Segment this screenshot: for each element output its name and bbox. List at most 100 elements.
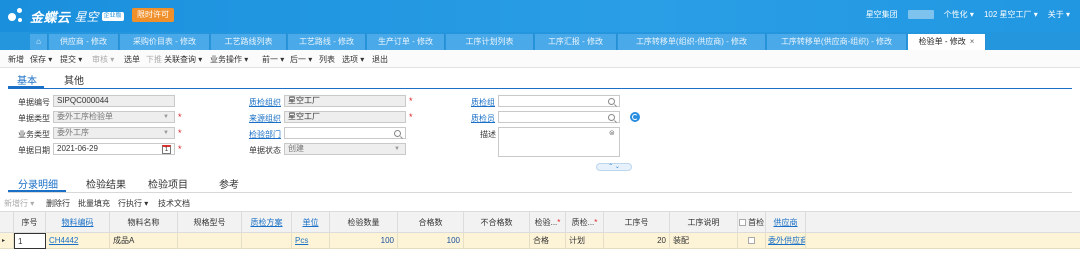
collapse-toggle[interactable]: ⌃ ⌄ (596, 163, 632, 171)
cell-first-inspect[interactable] (738, 233, 766, 249)
add-row-button[interactable]: 新增行 ▾ (4, 198, 34, 209)
cell-inspect-qty[interactable]: 100 (330, 233, 398, 249)
chevron-down-icon[interactable]: ▼ (163, 130, 169, 136)
qc-person-label[interactable]: 质检员 (471, 113, 495, 124)
tab-transfer-org-supplier[interactable]: 工序转移单(组织-供应商) - 修改 (618, 34, 766, 50)
tab-supplier[interactable]: 供应商 - 修改 (49, 34, 119, 50)
cell-scheme[interactable] (242, 233, 292, 249)
chevron-down-icon[interactable]: ▼ (163, 114, 169, 120)
select-bill-button[interactable]: 选单 (124, 54, 140, 65)
calendar-icon[interactable]: 1 (162, 145, 171, 154)
table-row[interactable]: ▸ 1 CH4442 成品A Pcs 100 100 合格 计划 20 装配 委… (0, 233, 1080, 249)
col-first-inspect[interactable]: 首检 (738, 212, 766, 234)
cell-material-code[interactable]: CH4442 (46, 233, 110, 249)
prev-button[interactable]: 前一 ▾ (262, 54, 284, 65)
submit-button[interactable]: 提交 ▾ (60, 54, 82, 65)
source-org-label[interactable]: 来源组织 (249, 113, 281, 124)
business-ops-menu[interactable]: 业务操作 ▾ (210, 54, 248, 65)
tab-operation-report[interactable]: 工序汇报 - 修改 (535, 34, 617, 50)
delete-row-button[interactable]: 删除行 (46, 198, 70, 209)
col-unqualified-qty[interactable]: 不合格数 (464, 212, 530, 234)
tab-route-edit[interactable]: 工艺路线 - 修改 (288, 34, 366, 50)
inspect-org-label[interactable]: 质检组织 (249, 97, 281, 108)
tab-basic[interactable]: 基本 (17, 72, 37, 87)
home-tab[interactable]: ⌂ (30, 34, 48, 50)
cell-qc-method[interactable]: 计划 (566, 233, 604, 249)
tab-route-list[interactable]: 工艺路线列表 (211, 34, 287, 50)
batch-fill-button[interactable]: 批量填充 (78, 198, 110, 209)
col-qualified-qty[interactable]: 合格数 (398, 212, 464, 234)
qc-person-field[interactable] (498, 111, 620, 123)
biz-type-select[interactable]: 委外工序 (53, 127, 175, 139)
search-icon[interactable] (394, 130, 401, 137)
col-supplier[interactable]: 供应商 (766, 212, 806, 234)
col-spec[interactable]: 规格型号 (178, 212, 242, 234)
list-button[interactable]: 列表 (319, 54, 335, 65)
qc-group-label[interactable]: 质检组 (471, 97, 495, 108)
first-inspect-checkbox[interactable] (748, 237, 755, 245)
tab-other[interactable]: 其他 (64, 72, 84, 87)
options-menu[interactable]: 选项 ▾ (342, 54, 364, 65)
cell-qualified-qty[interactable]: 100 (398, 233, 464, 249)
select-all-checkbox[interactable] (738, 219, 746, 227)
inspect-dept-label[interactable]: 检验部门 (249, 129, 281, 140)
org-menu[interactable]: 102 星空工厂 ▾ (984, 9, 1038, 20)
exit-button[interactable]: 退出 (372, 54, 388, 65)
col-inspect-result[interactable]: 检验...* (530, 212, 566, 234)
license-button[interactable]: 限时许可 (132, 8, 174, 22)
search-icon[interactable] (608, 98, 615, 105)
group-name[interactable]: 星空集团 (866, 9, 898, 20)
tab-production-order[interactable]: 生产订单 - 修改 (367, 34, 445, 50)
bill-no-field[interactable]: SIPQC000044 (53, 95, 175, 107)
cell-material-name[interactable]: 成品A (110, 233, 178, 249)
col-material-name[interactable]: 物料名称 (110, 212, 178, 234)
inspect-dept-field[interactable] (284, 127, 406, 139)
tab-transfer-supplier-org[interactable]: 工序转移单(供应商-组织) - 修改 (767, 34, 907, 50)
cell-seq[interactable]: 1 (14, 233, 46, 249)
cell-unqualified-qty[interactable] (464, 233, 530, 249)
search-icon[interactable] (608, 114, 615, 121)
related-query-menu[interactable]: 关联查询 ▾ (164, 54, 202, 65)
bill-status-select[interactable]: 创建 (284, 143, 406, 155)
tab-operation-plan-list[interactable]: 工序计划列表 (446, 34, 534, 50)
tab-reference[interactable]: 参考 (219, 176, 239, 191)
save-button[interactable]: 保存 ▾ (30, 54, 52, 65)
tab-inspection-bill[interactable]: 检验单 - 修改 × (908, 34, 986, 50)
source-org-field[interactable]: 星空工厂 (284, 111, 406, 123)
about-menu[interactable]: 关于 ▾ (1048, 9, 1070, 20)
cell-unit[interactable]: Pcs (292, 233, 330, 249)
cell-op-desc[interactable]: 装配 (670, 233, 738, 249)
personalize-menu[interactable]: 个性化 ▾ (944, 9, 974, 20)
col-scheme[interactable]: 质检方案 (242, 212, 292, 234)
bill-date-field[interactable]: 2021-06-29 (53, 143, 175, 155)
col-qc-method[interactable]: 质检...* (566, 212, 604, 234)
refresh-icon[interactable] (630, 112, 640, 122)
tab-inspect-result[interactable]: 检验结果 (86, 176, 126, 191)
multilang-icon[interactable]: ⊜ (609, 129, 615, 137)
new-button[interactable]: 新增 (8, 54, 24, 65)
cell-op-no[interactable]: 20 (604, 233, 670, 249)
bill-type-select[interactable]: 委外工序检验单 (53, 111, 175, 123)
tech-doc-button[interactable]: 技术文档 (158, 198, 190, 209)
col-material-code[interactable]: 物料编码 (46, 212, 110, 234)
qc-group-field[interactable] (498, 95, 620, 107)
col-op-no[interactable]: 工序号 (604, 212, 670, 234)
col-seq[interactable]: 序号 (14, 212, 46, 234)
row-exec-menu[interactable]: 行执行 ▾ (118, 198, 148, 209)
audit-button[interactable]: 审核 ▾ (92, 54, 114, 65)
user-name-redacted[interactable] (907, 10, 934, 19)
col-op-desc[interactable]: 工序说明 (670, 212, 738, 234)
chevron-down-icon[interactable]: ▼ (394, 146, 400, 152)
close-icon[interactable]: × (970, 37, 975, 46)
cell-supplier[interactable]: 委外供应商 (766, 233, 806, 249)
tab-entry-detail[interactable]: 分录明细 (18, 176, 58, 191)
cell-spec[interactable] (178, 233, 242, 249)
tab-inspect-items[interactable]: 检验项目 (148, 176, 188, 191)
next-button[interactable]: 后一 ▾ (290, 54, 312, 65)
desc-textarea[interactable] (498, 127, 620, 157)
tab-purchase-price[interactable]: 采购价目表 - 修改 (120, 34, 210, 50)
cell-inspect-result[interactable]: 合格 (530, 233, 566, 249)
push-down-button[interactable]: 下推 (146, 54, 162, 65)
inspect-org-field[interactable]: 星空工厂 (284, 95, 406, 107)
col-inspect-qty[interactable]: 检验数量 (330, 212, 398, 234)
